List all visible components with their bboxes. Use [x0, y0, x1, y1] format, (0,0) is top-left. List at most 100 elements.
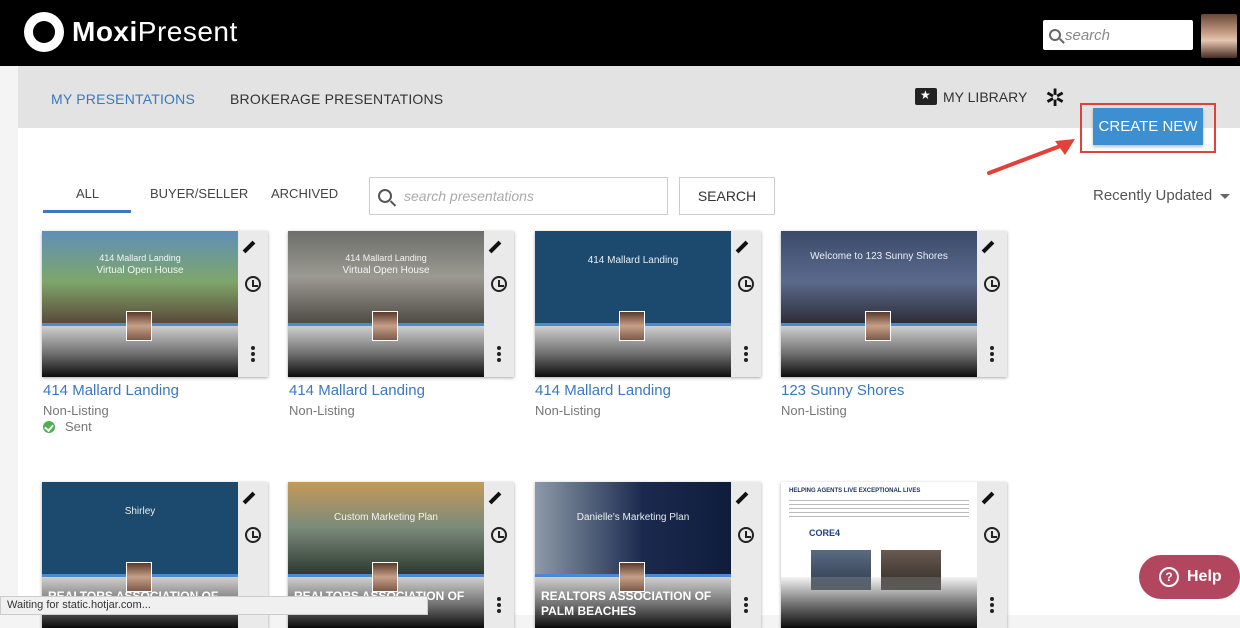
gear-icon[interactable]: ✲: [1045, 84, 1065, 113]
more-vert-icon[interactable]: [744, 352, 748, 356]
presentation-card[interactable]: Welcome to 123 Sunny Shores: [781, 231, 1007, 377]
pencil-icon[interactable]: [242, 240, 256, 254]
agent-photo: [372, 311, 398, 341]
thumb-subtitle: CORE4: [809, 528, 841, 538]
create-new-button[interactable]: CREATE NEW: [1093, 108, 1203, 145]
card-thumbnail[interactable]: Welcome to 123 Sunny Shores: [781, 231, 977, 377]
more-vert-icon[interactable]: [744, 603, 748, 607]
agent-photo: [126, 311, 152, 341]
card-thumbnail[interactable]: 414 Mallard Landing Virtual Open House: [42, 231, 238, 377]
pencil-icon[interactable]: [242, 491, 256, 505]
clock-icon[interactable]: [984, 527, 1000, 543]
card-actions: [731, 231, 761, 377]
pencil-icon[interactable]: [488, 491, 502, 505]
card-actions: [977, 482, 1007, 628]
thumb-title: Shirley: [124, 506, 156, 517]
clock-icon[interactable]: [738, 527, 754, 543]
tab-my-presentations[interactable]: MY PRESENTATIONS: [51, 91, 195, 107]
card-subtitle: Non-Listing: [289, 403, 355, 418]
card-subtitle: Non-Listing: [781, 403, 847, 418]
agent-photo: [619, 562, 645, 592]
clock-icon[interactable]: [738, 276, 754, 292]
moxipresent-logo[interactable]: MoxiPresent: [24, 12, 238, 52]
card-thumbnail[interactable]: 414 Mallard Landing Virtual Open House: [288, 231, 484, 377]
presentation-search-input[interactable]: search presentations: [369, 177, 668, 215]
presentation-card[interactable]: 414 Mallard Landing Virtual Open House: [42, 231, 268, 377]
pencil-icon[interactable]: [981, 240, 995, 254]
user-avatar[interactable]: [1201, 14, 1237, 58]
agent-photo: [619, 311, 645, 341]
pencil-icon[interactable]: [735, 240, 749, 254]
card-title[interactable]: 414 Mallard Landing: [535, 382, 671, 399]
my-library-link[interactable]: MY LIBRARY: [915, 88, 1027, 105]
clock-icon[interactable]: [245, 527, 261, 543]
library-folder-icon: [915, 88, 937, 105]
card-subtitle: Non-Listing: [535, 403, 601, 418]
help-button[interactable]: ? Help: [1139, 555, 1240, 599]
more-vert-icon[interactable]: [497, 603, 501, 607]
agent-photo: [865, 311, 891, 341]
filter-archived[interactable]: ARCHIVED: [271, 186, 338, 201]
card-title[interactable]: 414 Mallard Landing: [289, 382, 425, 399]
more-vert-icon[interactable]: [990, 603, 994, 607]
agent-photo: [126, 562, 152, 592]
global-search-placeholder: search: [1065, 26, 1111, 44]
clock-icon[interactable]: [984, 276, 1000, 292]
pencil-icon[interactable]: [488, 240, 502, 254]
check-circle-icon: [43, 420, 55, 433]
presentation-card[interactable]: 414 Mallard Landing Virtual Open House: [288, 231, 514, 377]
filter-buyer-seller[interactable]: BUYER/SELLER: [150, 186, 248, 201]
filter-all[interactable]: ALL: [76, 186, 99, 201]
clock-icon[interactable]: [491, 527, 507, 543]
card-actions: [484, 231, 514, 377]
card-thumbnail[interactable]: HELPING AGENTS LIVE EXCEPTIONAL LIVES CO…: [781, 482, 977, 628]
sent-status: Sent: [43, 419, 92, 434]
card-thumbnail[interactable]: 414 Mallard Landing: [535, 231, 731, 377]
sent-label: Sent: [65, 419, 92, 434]
clock-icon[interactable]: [491, 276, 507, 292]
thumb-title: HELPING AGENTS LIVE EXCEPTIONAL LIVES: [789, 488, 921, 494]
thumb-title: Virtual Open House: [96, 265, 184, 276]
presentation-card[interactable]: 414 Mallard Landing: [535, 231, 761, 377]
thumb-line: 414 Mallard Landing: [99, 253, 181, 263]
thumb-title: Welcome to 123 Sunny Shores: [810, 251, 948, 262]
top-bar: MoxiPresent search: [0, 0, 1240, 66]
thumb-title: Custom Marketing Plan: [334, 512, 438, 523]
thumb-title: Virtual Open House: [342, 265, 430, 276]
card-title[interactable]: 123 Sunny Shores: [781, 382, 904, 399]
search-button[interactable]: SEARCH: [679, 177, 775, 215]
sub-navigation: MY PRESENTATIONS BROKERAGE PRESENTATIONS…: [18, 66, 1240, 128]
logo-bold-text: Moxi: [72, 16, 138, 47]
card-subtitle: Non-Listing: [43, 403, 109, 418]
tab-brokerage-presentations[interactable]: BROKERAGE PRESENTATIONS: [230, 91, 443, 107]
presentation-search-placeholder: search presentations: [404, 188, 534, 204]
presentation-card[interactable]: HELPING AGENTS LIVE EXCEPTIONAL LIVES CO…: [781, 482, 1007, 628]
active-filter-underline: [43, 210, 131, 213]
sort-dropdown[interactable]: Recently Updated: [1093, 187, 1231, 204]
global-search-input[interactable]: search: [1043, 20, 1193, 50]
card-actions: [238, 231, 268, 377]
card-actions: [731, 482, 761, 628]
thumb-line: 414 Mallard Landing: [345, 253, 427, 263]
more-vert-icon[interactable]: [990, 352, 994, 356]
chevron-down-icon: [1220, 193, 1231, 199]
card-thumbnail[interactable]: Danielle's Marketing Plan REALTORS ASSOC…: [535, 482, 731, 628]
search-icon: [1049, 29, 1061, 41]
help-label: Help: [1187, 568, 1222, 585]
card-title[interactable]: 414 Mallard Landing: [43, 382, 179, 399]
pencil-icon[interactable]: [981, 491, 995, 505]
more-vert-icon[interactable]: [251, 352, 255, 356]
more-vert-icon[interactable]: [497, 352, 501, 356]
question-icon: ?: [1159, 567, 1179, 587]
red-arrow-icon: [987, 139, 1075, 175]
card-actions: [484, 482, 514, 628]
logo-circle-icon: [24, 12, 64, 52]
thumb-title: 414 Mallard Landing: [587, 255, 679, 266]
presentation-card[interactable]: Danielle's Marketing Plan REALTORS ASSOC…: [535, 482, 761, 628]
clock-icon[interactable]: [245, 276, 261, 292]
agent-photo: [372, 562, 398, 592]
pencil-icon[interactable]: [735, 491, 749, 505]
logo-light-text: Present: [137, 16, 238, 47]
my-library-label: MY LIBRARY: [943, 88, 1028, 105]
thumb-title: Danielle's Marketing Plan: [576, 512, 690, 523]
